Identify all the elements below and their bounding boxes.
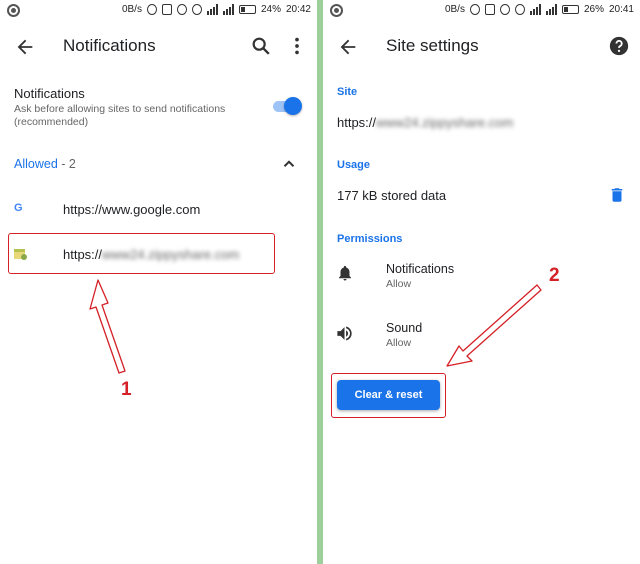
site-url-prefix: https:// <box>337 115 377 130</box>
chrome-icon <box>7 4 20 17</box>
page-title: Site settings <box>386 36 479 55</box>
battery-level: 26% <box>583 4 604 15</box>
clock: 20:42 <box>285 4 311 15</box>
delete-icon[interactable] <box>608 185 626 205</box>
page-title: Notifications <box>63 36 156 55</box>
notifications-screen: 0B/s 24% 20:42 Notifications Notificatio… <box>0 0 317 564</box>
status-bar: 0B/s 24% 20:42 <box>0 0 317 22</box>
wifi-icon <box>514 4 525 15</box>
usage-text: 177 kB stored data <box>337 188 447 203</box>
speaker-icon <box>337 326 352 341</box>
highlight-box-1 <box>8 233 275 274</box>
annotation-number-2: 2 <box>549 265 560 286</box>
site-section-head: Site <box>337 86 358 98</box>
bell-icon <box>339 265 351 281</box>
app-bar: Notifications <box>0 22 317 72</box>
alarm-icon <box>499 4 510 15</box>
google-favicon-icon: G <box>14 202 23 214</box>
location-icon <box>146 4 157 15</box>
search-icon[interactable] <box>250 35 272 57</box>
permission-name: Sound <box>386 321 423 335</box>
location-icon <box>469 4 480 15</box>
help-icon[interactable] <box>608 35 630 57</box>
notifications-toggle[interactable] <box>273 97 302 115</box>
battery-icon <box>238 5 256 14</box>
signal-icon <box>206 4 218 15</box>
allowed-label: Allowed <box>14 157 58 171</box>
setting-title: Notifications <box>14 86 85 101</box>
status-bar: 0B/s 26% 20:41 <box>323 0 640 22</box>
wifi-icon <box>191 4 202 15</box>
permission-name: Notifications <box>386 262 455 276</box>
vibrate-icon <box>161 4 172 15</box>
allowed-count: - 2 <box>57 157 76 171</box>
signal-icon-2 <box>545 4 557 15</box>
highlight-box-2 <box>331 373 446 418</box>
chrome-icon <box>330 4 343 17</box>
signal-icon-2 <box>222 4 234 15</box>
network-speed: 0B/s <box>121 4 142 15</box>
setting-description-2: (recommended) <box>14 116 89 128</box>
clock: 20:41 <box>608 4 634 15</box>
site-url: https://www.google.com <box>63 202 201 217</box>
more-options-icon[interactable] <box>286 35 308 57</box>
toggle-knob <box>284 97 302 115</box>
permission-value: Allow <box>386 337 412 349</box>
vibrate-icon <box>484 4 495 15</box>
permission-value: Allow <box>386 278 412 290</box>
permissions-section-head: Permissions <box>337 233 403 245</box>
site-url: https://www24.zippyshare.com <box>337 115 513 130</box>
back-arrow-icon[interactable] <box>14 36 36 58</box>
usage-section-head: Usage <box>337 159 371 171</box>
battery-icon <box>561 5 579 14</box>
chevron-up-icon[interactable] <box>280 155 298 173</box>
back-arrow-icon[interactable] <box>337 36 359 58</box>
annotation-number-1: 1 <box>121 379 132 400</box>
battery-level: 24% <box>260 4 281 15</box>
app-bar: Site settings <box>323 22 640 72</box>
site-url-blurred: www24.zippyshare.com <box>376 115 514 130</box>
site-settings-screen: 0B/s 26% 20:41 Site settings Site https:… <box>323 0 640 564</box>
network-speed: 0B/s <box>444 4 465 15</box>
setting-description: Ask before allowing sites to send notifi… <box>14 103 226 115</box>
signal-icon <box>529 4 541 15</box>
alarm-icon <box>176 4 187 15</box>
